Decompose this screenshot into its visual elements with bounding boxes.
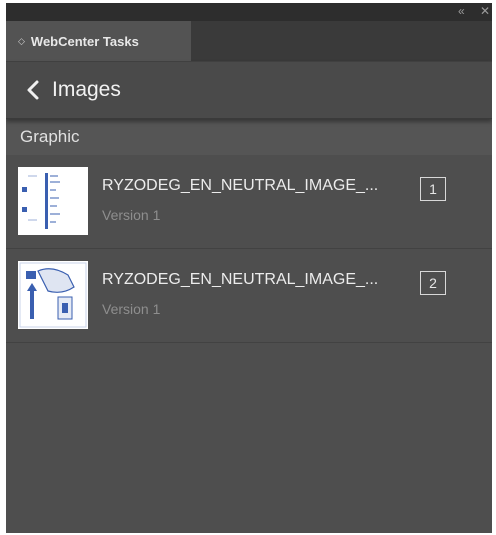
back-chevron-icon[interactable]	[24, 77, 44, 103]
panel-titlebar: « ✕	[6, 3, 492, 21]
tab-webcenter-tasks[interactable]: ◇ WebCenter Tasks	[6, 21, 191, 61]
list-item[interactable]: RYZODEG_EN_NEUTRAL_IMAGE_... Version 1 2	[6, 249, 492, 343]
webcenter-tasks-panel: « ✕ ◇ WebCenter Tasks Images Graphic RYZ…	[6, 3, 492, 533]
item-version: Version 1	[102, 207, 161, 223]
collapse-panel-icon[interactable]: «	[458, 4, 465, 18]
document-thumbnail-icon	[18, 167, 88, 235]
tab-grip-icon: ◇	[18, 35, 25, 46]
section-header-graphic: Graphic	[6, 119, 492, 155]
section-label: Graphic	[20, 127, 80, 146]
injection-pen-thumbnail-icon	[18, 261, 88, 329]
item-count-badge: 1	[420, 177, 446, 201]
item-count-badge: 2	[420, 271, 446, 295]
list-item[interactable]: RYZODEG_EN_NEUTRAL_IMAGE_... Version 1 1	[6, 155, 492, 249]
navigation-header: Images	[6, 61, 492, 119]
page-title: Images	[52, 78, 121, 101]
tab-label: WebCenter Tasks	[30, 33, 139, 49]
item-name: RYZODEG_EN_NEUTRAL_IMAGE_...	[102, 177, 379, 194]
item-name: RYZODEG_EN_NEUTRAL_IMAGE_...	[102, 271, 379, 288]
item-version: Version 1	[102, 301, 161, 317]
close-panel-icon[interactable]: ✕	[480, 4, 490, 18]
tab-strip: ◇ WebCenter Tasks	[6, 21, 492, 61]
